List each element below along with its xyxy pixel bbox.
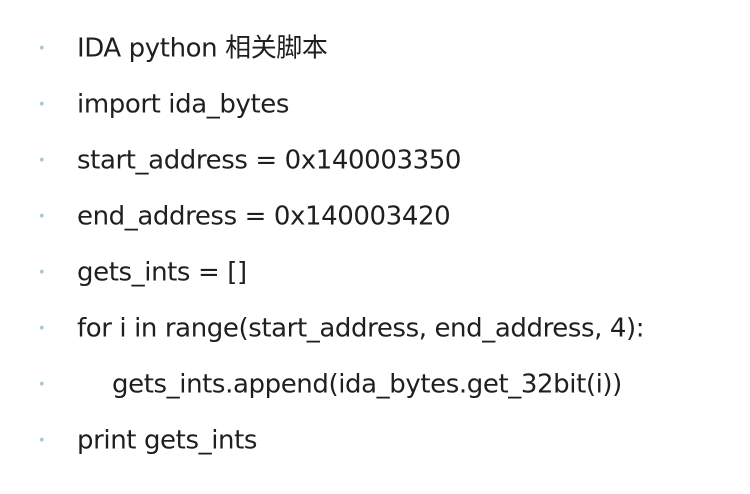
bullet-line-8: • print gets_ints	[0, 413, 750, 469]
bullet-text: gets_ints.append(ida_bytes.get_32bit(i))	[112, 369, 622, 400]
bullet-text: import ida_bytes	[77, 89, 289, 120]
bullet-dot-icon: •	[38, 321, 46, 337]
bullet-line-2: • import ida_bytes	[0, 77, 750, 133]
bullet-line-3: • start_address = 0x140003350	[0, 133, 750, 189]
bullet-text: start_address = 0x140003350	[77, 145, 462, 176]
bullet-dot-icon: •	[38, 153, 46, 169]
bullet-line-4: • end_address = 0x140003420	[0, 189, 750, 245]
bullet-text: end_address = 0x140003420	[77, 201, 451, 232]
bullet-text: IDA python 相关脚本	[77, 33, 328, 64]
bullet-text: for i in range(start_address, end_addres…	[77, 313, 645, 344]
bullet-line-7: • gets_ints.append(ida_bytes.get_32bit(i…	[0, 357, 750, 413]
bullet-dot-icon: •	[38, 433, 46, 449]
bullet-line-6: • for i in range(start_address, end_addr…	[0, 301, 750, 357]
bullet-line-5: • gets_ints = []	[0, 245, 750, 301]
bullet-text: print gets_ints	[77, 425, 258, 456]
bullet-dot-icon: •	[38, 265, 46, 281]
bullet-dot-icon: •	[38, 97, 46, 113]
bullet-line-1: • IDA python 相关脚本	[0, 21, 750, 77]
bullet-text: gets_ints = []	[77, 257, 247, 288]
slide: • IDA python 相关脚本 • import ida_bytes • s…	[0, 0, 750, 494]
bullet-list: • IDA python 相关脚本 • import ida_bytes • s…	[0, 21, 750, 469]
bullet-dot-icon: •	[38, 41, 46, 57]
bullet-dot-icon: •	[38, 209, 46, 225]
bullet-dot-icon: •	[38, 377, 46, 393]
